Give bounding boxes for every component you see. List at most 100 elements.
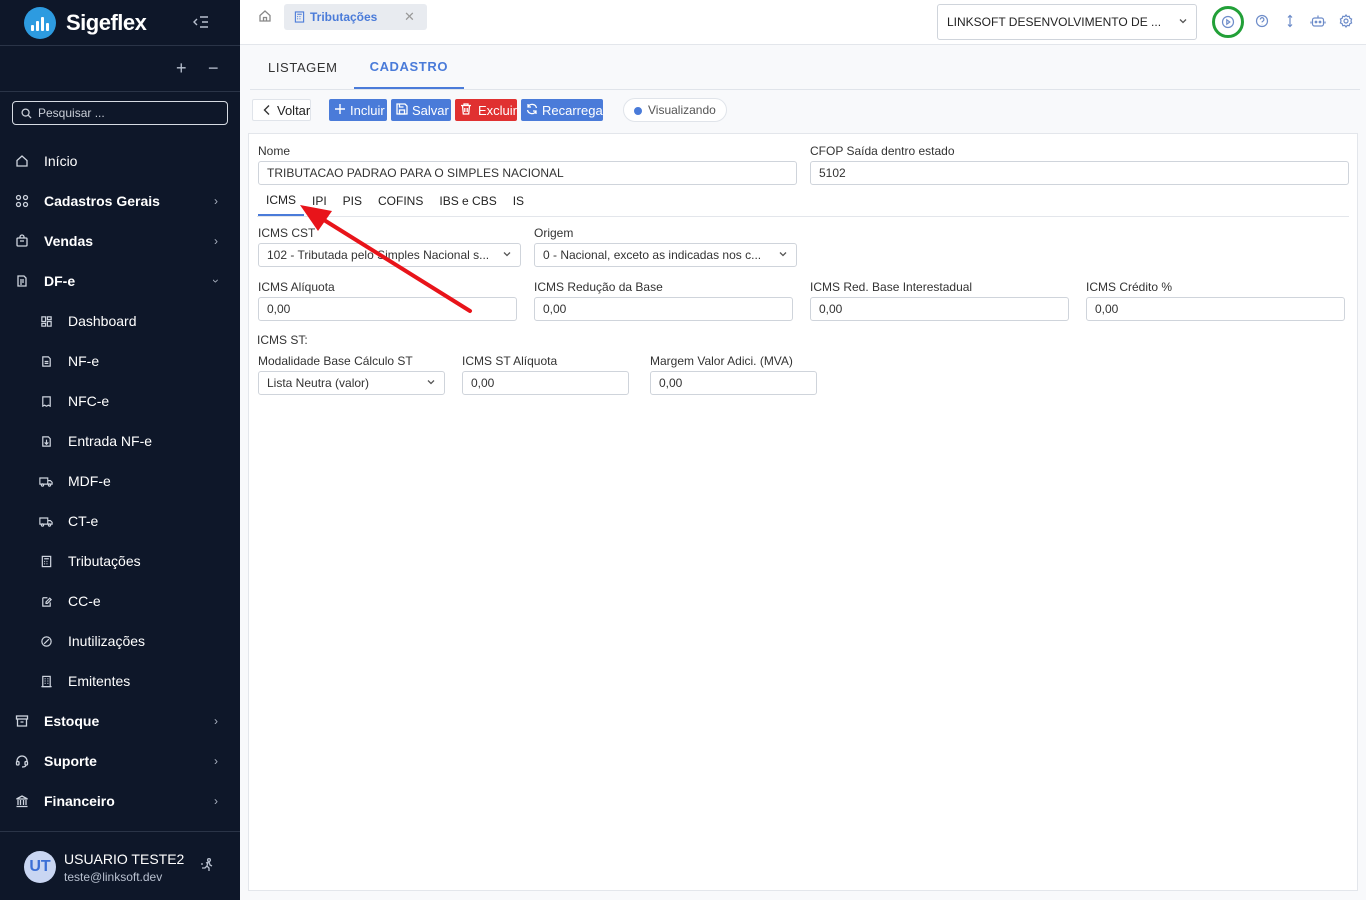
- sidebar-item-estoque[interactable]: Estoque ›: [0, 701, 240, 741]
- sidebar-item-dfe[interactable]: DF-e ›: [0, 261, 240, 301]
- resize-vertical-icon[interactable]: [1283, 14, 1297, 28]
- sidebar-item-label: Financeiro: [44, 793, 115, 809]
- file-import-icon: [38, 433, 54, 449]
- chevron-right-icon: ›: [214, 234, 218, 248]
- search-icon: [21, 107, 32, 119]
- search-input[interactable]: [38, 106, 218, 120]
- modalidade-select[interactable]: Lista Neutra (valor): [258, 371, 445, 395]
- mva-label: Margem Valor Adici. (MVA): [650, 354, 793, 368]
- close-tab-icon[interactable]: ✕: [404, 9, 415, 25]
- mva-field[interactable]: 0,00: [650, 371, 817, 395]
- sidebar-item-tributacoes[interactable]: Tributações: [0, 541, 240, 581]
- trash-icon: [459, 102, 473, 116]
- red-interestadual-field[interactable]: 0,00: [810, 297, 1069, 321]
- nome-label: Nome: [258, 144, 291, 158]
- chevron-left-icon: [261, 103, 273, 117]
- reload-label: Recarrega: [542, 102, 603, 118]
- reload-button[interactable]: Recarrega: [521, 99, 603, 121]
- chevron-right-icon: ›: [214, 754, 218, 768]
- cfop-field[interactable]: 5102: [810, 161, 1349, 185]
- back-label: Voltar: [277, 102, 311, 118]
- sidebar-item-cte[interactable]: CT-e: [0, 501, 240, 541]
- sidebar-item-mdfe[interactable]: MDF-e: [0, 461, 240, 501]
- credito-field[interactable]: 0,00: [1086, 297, 1345, 321]
- icms-st-heading: ICMS ST:: [257, 333, 308, 347]
- origem-value: 0 - Nacional, exceto as indicadas nos c.…: [543, 248, 762, 262]
- dashboard-icon: [38, 313, 54, 329]
- home-icon[interactable]: [258, 9, 272, 23]
- sigeflex-logo-icon: [24, 6, 56, 39]
- user-panel: UT USUARIO TESTE2 teste@linksoft.dev: [0, 831, 240, 900]
- sidebar-item-dashboard[interactable]: Dashboard: [0, 301, 240, 341]
- sidebar-item-label: Vendas: [44, 233, 94, 249]
- bank-icon: [14, 793, 30, 809]
- sidebar-item-nfce[interactable]: NFC-e: [0, 381, 240, 421]
- cfop-label: CFOP Saída dentro estado: [810, 144, 955, 158]
- sidebar-item-cadastros-gerais[interactable]: Cadastros Gerais ›: [0, 181, 240, 221]
- save-button[interactable]: Salvar: [391, 99, 451, 121]
- chevron-right-icon: ›: [214, 714, 218, 728]
- delete-button[interactable]: Excluir: [455, 99, 517, 121]
- refresh-icon: [525, 102, 539, 116]
- origem-select[interactable]: 0 - Nacional, exceto as indicadas nos c.…: [534, 243, 797, 267]
- delete-label: Excluir: [478, 102, 518, 118]
- chevron-down-icon: [426, 377, 436, 387]
- calculator-icon: [294, 11, 305, 23]
- sidebar-item-label: Entrada NF-e: [68, 433, 153, 449]
- ban-icon: [38, 633, 54, 649]
- grid-icon: [14, 193, 30, 209]
- chevron-down-icon: ›: [209, 279, 223, 283]
- sidebar-item-label: Emitentes: [68, 673, 131, 689]
- company-select[interactable]: LINKSOFT DESENVOLVIMENTO DE ...: [937, 4, 1197, 40]
- truck-icon: [38, 513, 54, 529]
- sidebar-item-nfe[interactable]: NF-e: [0, 341, 240, 381]
- subtab-is[interactable]: IS: [505, 186, 532, 216]
- sidebar-search[interactable]: [12, 101, 228, 125]
- help-icon[interactable]: [1255, 14, 1269, 28]
- tabs-divider: [250, 89, 1360, 90]
- home-icon: [14, 153, 30, 169]
- collapse-sidebar-icon[interactable]: [192, 13, 210, 31]
- sidebar-item-cce[interactable]: CC-e: [0, 581, 240, 621]
- save-label: Salvar: [412, 102, 449, 118]
- sidebar-item-suporte[interactable]: Suporte ›: [0, 741, 240, 781]
- settings-icon[interactable]: [1339, 14, 1353, 28]
- company-select-value: LINKSOFT DESENVOLVIMENTO DE ...: [947, 15, 1162, 29]
- sidebar-item-financeiro[interactable]: Financeiro ›: [0, 781, 240, 821]
- sidebar-item-label: MDF-e: [68, 473, 111, 489]
- sidebar-item-label: Início: [44, 153, 78, 169]
- origem-label: Origem: [534, 226, 574, 240]
- avatar[interactable]: UT: [24, 851, 56, 883]
- chevron-right-icon: ›: [214, 794, 218, 808]
- sidebar-item-label: Tributações: [68, 553, 141, 569]
- logout-icon[interactable]: [199, 857, 215, 873]
- sidebar-item-vendas[interactable]: Vendas ›: [0, 221, 240, 261]
- tab-listagem[interactable]: LISTAGEM: [252, 45, 354, 89]
- sidebar-item-emitentes[interactable]: Emitentes: [0, 661, 240, 701]
- nome-field[interactable]: TRIBUTACAO PADRAO PARA O SIMPLES NACIONA…: [258, 161, 797, 185]
- file-edit-icon: [38, 593, 54, 609]
- truck-icon: [38, 473, 54, 489]
- reducao-field[interactable]: 0,00: [534, 297, 793, 321]
- sidebar-item-inicio[interactable]: Início: [0, 141, 240, 181]
- topbar: Tributações ✕ LINKSOFT DESENVOLVIMENTO D…: [240, 0, 1366, 45]
- tab-tributacoes[interactable]: Tributações ✕: [284, 4, 427, 30]
- sidebar-item-label: Suporte: [44, 753, 97, 769]
- sidebar-item-label: Inutilizações: [68, 633, 146, 649]
- back-button[interactable]: Voltar: [252, 99, 311, 121]
- sidebar-item-label: DF-e: [44, 273, 76, 289]
- add-button[interactable]: Incluir: [329, 99, 387, 121]
- sidebar-item-label: Estoque: [44, 713, 100, 729]
- collapse-all-icon[interactable]: −: [208, 58, 219, 79]
- guided-tour-button[interactable]: [1212, 6, 1244, 38]
- document-icon: [14, 273, 30, 289]
- tab-cadastro[interactable]: CADASTRO: [353, 45, 465, 89]
- modalidade-value: Lista Neutra (valor): [267, 376, 370, 390]
- sidebar-item-entrada-nfe[interactable]: Entrada NF-e: [0, 421, 240, 461]
- sidebar-item-inutilizacoes[interactable]: Inutilizações: [0, 621, 240, 661]
- annotation-arrow: [300, 205, 472, 313]
- expand-all-icon[interactable]: +: [176, 58, 187, 79]
- reducao-label: ICMS Redução da Base: [534, 280, 663, 294]
- robot-icon[interactable]: [1310, 14, 1326, 28]
- st-aliquota-field[interactable]: 0,00: [462, 371, 629, 395]
